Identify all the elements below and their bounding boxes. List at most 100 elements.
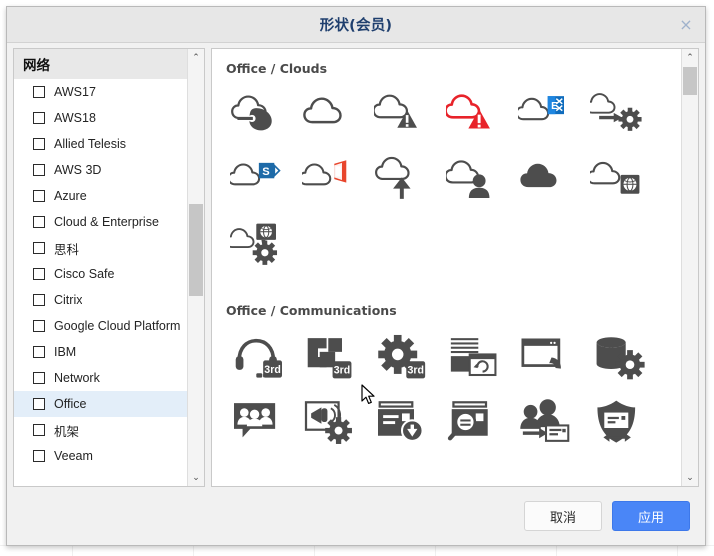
icon-grid-clouds: ES [212,82,672,277]
palette-scroll-down-icon[interactable]: ⌄ [682,469,698,486]
cloud-hybrid-icon[interactable] [222,82,294,147]
shape-library-list[interactable]: 网络 AWS17 AWS18 Allied Telesis AWS 3D Azure Cl… [14,49,187,486]
library-checkbox[interactable] [33,216,45,228]
sidebar-item-cloud-enterprise[interactable]: Cloud & Enterprise [14,209,187,235]
sidebar-item-label: 思科 [54,242,80,257]
shield-mail-icon[interactable] [582,389,654,454]
cloud-user-icon[interactable] [438,147,510,212]
library-checkbox[interactable] [33,164,45,176]
window-phone-icon[interactable] [510,324,582,389]
users-mail-transfer-icon[interactable] [510,389,582,454]
palette-scrollbar[interactable]: ⌃ ⌄ [681,49,698,486]
palette-scrollbar-thumb[interactable] [683,67,697,95]
svg-text:3rd: 3rd [264,363,281,375]
svg-text:3rd: 3rd [334,364,351,376]
sidebar-item-label: Azure [54,189,87,203]
svg-text:3rd: 3rd [407,364,424,376]
library-scrollbar-thumb[interactable] [189,204,203,296]
library-checkbox[interactable] [33,112,45,124]
library-checkbox[interactable] [33,398,45,410]
list-group-header: 网络 [14,49,187,79]
sidebar-item-label: Allied Telesis [54,137,127,151]
sidebar-item-label: Google Cloud Platform [54,319,181,333]
apply-button[interactable]: 应用 [612,501,690,531]
library-checkbox[interactable] [33,242,45,254]
sidebar-item-label: Network [54,371,100,385]
database-gear-icon[interactable] [582,324,654,389]
section-title-clouds: Office / Clouds [226,61,328,76]
dialog-titlebar: 形状(会员) × [7,7,705,43]
sidebar-item-label: Cloud & Enterprise [54,215,159,229]
sidebar-item-label: Cisco Safe [54,267,115,281]
sidebar-item-label: 机架 [54,424,80,439]
sidebar-item-label: IBM [54,345,77,359]
sidebar-item-ibm[interactable]: IBM [14,339,187,365]
sidebar-item-[interactable]: 机架 [14,417,187,443]
sidebar-item-aws-3d[interactable]: AWS 3D [14,157,187,183]
close-icon[interactable]: × [675,14,697,36]
sidebar-item-label: Citrix [54,293,83,307]
shape-palette-panel: Office / Clouds ES Office / Communicatio… [211,48,699,487]
blocks-thirdparty-icon[interactable]: 3rd [294,324,366,389]
sidebar-item-label: AWS17 [54,85,96,99]
icon-grid-communications: 3rd 3rd 3rd [212,324,672,454]
archive-download-icon[interactable] [366,389,438,454]
dialog-body: 网络 AWS17 AWS18 Allied Telesis AWS 3D Azure Cl… [7,43,705,487]
cancel-button[interactable]: 取消 [524,501,602,531]
sidebar-item-[interactable]: 思科 [14,235,187,261]
sidebar-item-cisco-safe[interactable]: Cisco Safe [14,261,187,287]
section-divider [212,277,681,301]
dialog-footer: 取消 应用 [7,487,705,545]
sidebar-item-veeam[interactable]: Veeam [14,443,187,469]
cloud-globe-gear-icon[interactable] [222,212,294,277]
library-checkbox[interactable] [33,86,45,98]
shapes-dialog: 形状(会员) × 网络 AWS17 AWS18 Allied Telesis AWS … [6,6,706,546]
library-checkbox[interactable] [33,372,45,384]
cloud-office-icon[interactable] [294,147,366,212]
library-checkbox[interactable] [33,268,45,280]
sidebar-item-google-cloud-platform[interactable]: Google Cloud Platform [14,313,187,339]
sidebar-item-network[interactable]: Network [14,365,187,391]
svg-text:S: S [262,165,269,177]
cloud-warning-icon[interactable] [366,82,438,147]
shape-palette-scrollarea[interactable]: Office / Clouds ES Office / Communicatio… [212,49,681,486]
library-scrollbar[interactable]: ⌃ ⌄ [187,49,204,486]
sidebar-item-label: Veeam [54,449,93,463]
library-checkbox[interactable] [33,450,45,462]
library-checkbox[interactable] [33,294,45,306]
sidebar-item-label: Office [54,397,87,411]
cloud-upload-icon[interactable] [366,147,438,212]
library-checkbox[interactable] [33,190,45,202]
sidebar-item-allied-telesis[interactable]: Allied Telesis [14,131,187,157]
headset-thirdparty-icon[interactable]: 3rd [222,324,294,389]
scroll-up-icon[interactable]: ⌃ [188,49,204,66]
section-title-communications: Office / Communications [226,303,397,318]
shape-library-panel: 网络 AWS17 AWS18 Allied Telesis AWS 3D Azure Cl… [13,48,205,487]
cloud-exchange-icon[interactable]: E [510,82,582,147]
library-checkbox[interactable] [33,346,45,358]
cloud-alert-red-icon[interactable] [438,82,510,147]
sidebar-item-aws18[interactable]: AWS18 [14,105,187,131]
gear-thirdparty-icon[interactable]: 3rd [366,324,438,389]
announcement-gear-icon[interactable] [294,389,366,454]
sidebar-item-citrix[interactable]: Citrix [14,287,187,313]
cloud-globe-icon[interactable] [582,147,654,212]
dialog-title: 形状(会员) [319,18,393,34]
archive-search-icon[interactable] [438,389,510,454]
library-checkbox[interactable] [33,138,45,150]
sidebar-item-label: AWS18 [54,111,96,125]
library-checkbox[interactable] [33,424,45,436]
scroll-down-icon[interactable]: ⌄ [188,469,204,486]
cloud-to-gear-icon[interactable] [582,82,654,147]
cloud-outline-icon[interactable] [294,82,366,147]
archive-sync-icon[interactable] [438,324,510,389]
sidebar-item-aws17[interactable]: AWS17 [14,79,187,105]
palette-scroll-up-icon[interactable]: ⌃ [682,49,698,66]
sidebar-item-azure[interactable]: Azure [14,183,187,209]
group-chat-icon[interactable] [222,389,294,454]
library-checkbox[interactable] [33,320,45,332]
cloud-sharepoint-icon[interactable]: S [222,147,294,212]
cloud-filled-icon[interactable] [510,147,582,212]
sidebar-item-label: AWS 3D [54,163,102,177]
sidebar-item-office[interactable]: Office [14,391,187,417]
